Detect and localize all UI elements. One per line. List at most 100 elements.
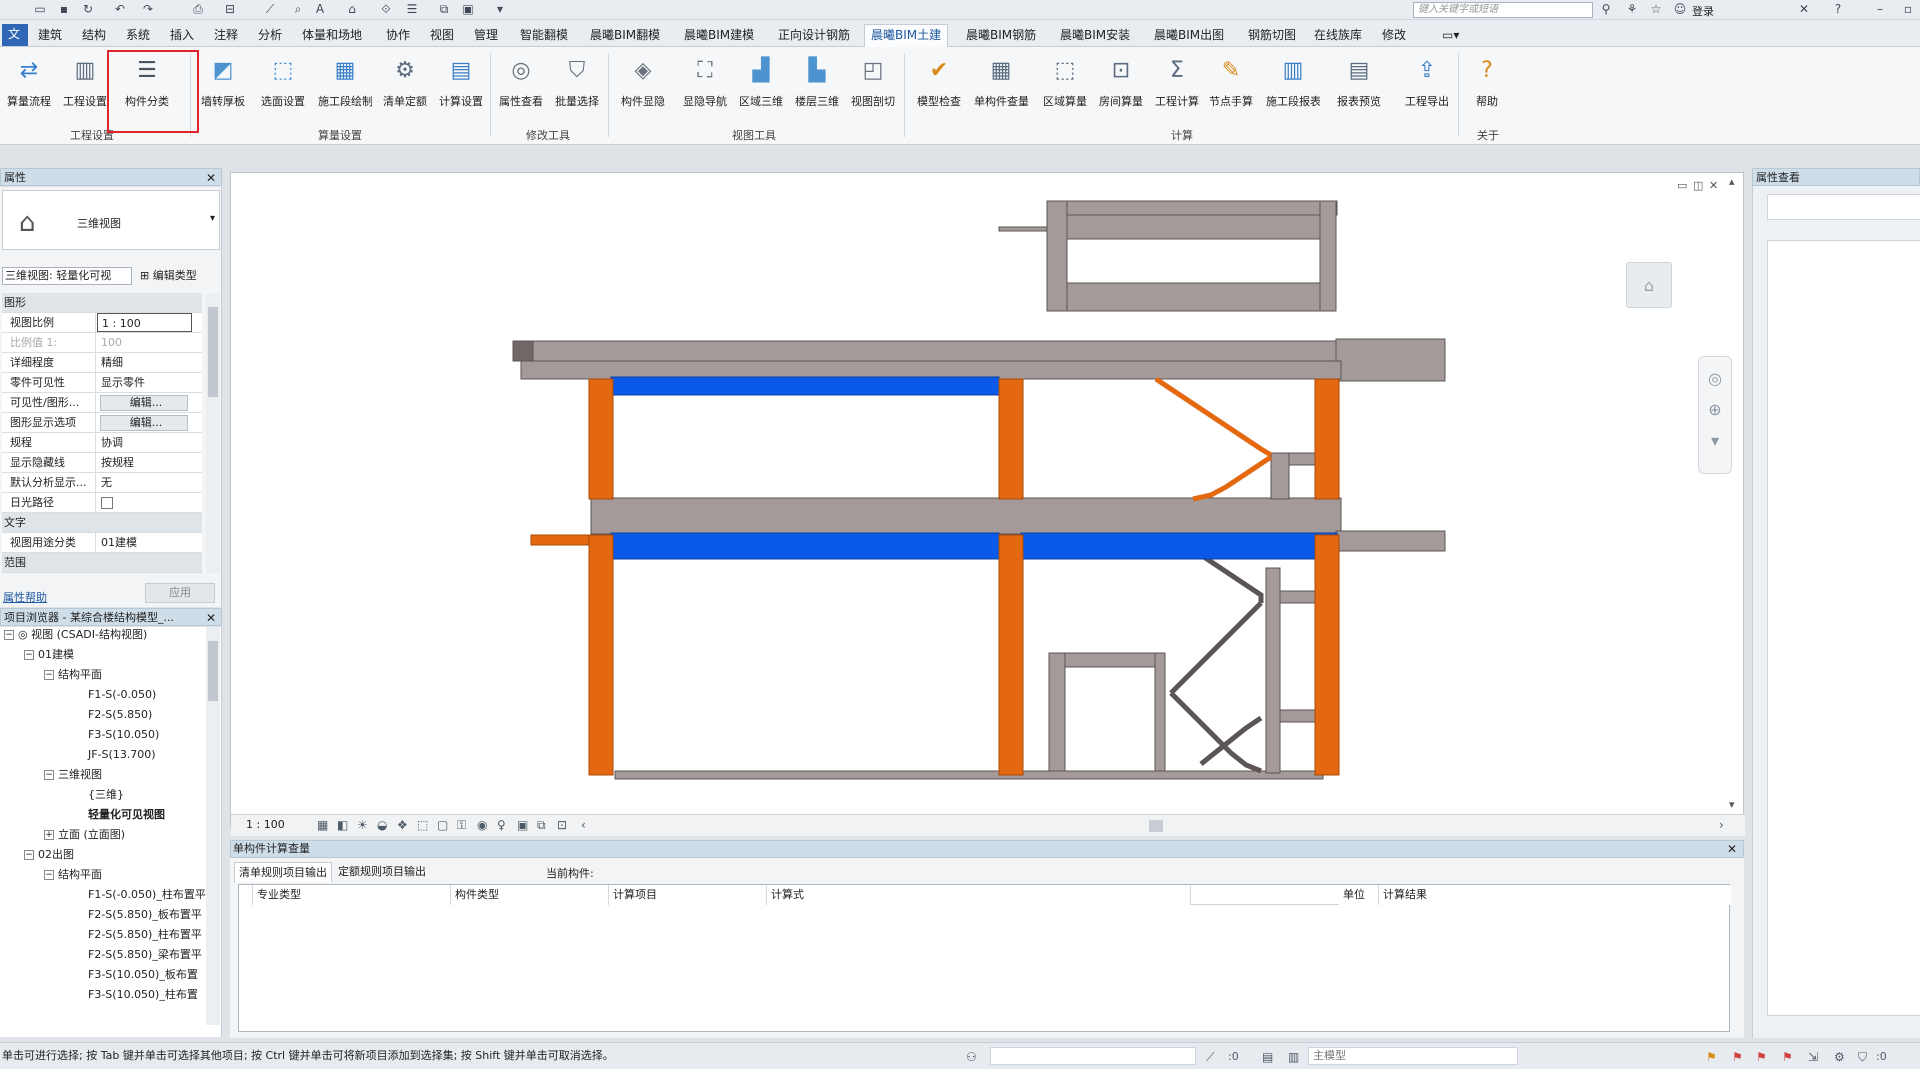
apply-button[interactable]: 应用 xyxy=(145,583,215,603)
sun-path-icon[interactable]: ☀ xyxy=(357,818,368,832)
analytical-model-icon[interactable]: ⊡ xyxy=(557,818,567,832)
tab-bim-install[interactable]: 晨曦BIM安装 xyxy=(1054,25,1136,46)
node-manual-calc-button[interactable]: ✎ 节点手算 xyxy=(1204,53,1258,121)
horizontal-scrollbar-thumb[interactable] xyxy=(1149,820,1163,832)
region-calc-button[interactable]: ⬚ 区域算量 xyxy=(1038,53,1092,121)
tree-node[interactable]: F3-S(10.050)_柱布置 xyxy=(88,985,198,1005)
tab-bim-convert[interactable]: 晨曦BIM翻模 xyxy=(584,25,666,46)
batch-select-button[interactable]: ⛉ 批量选择 xyxy=(550,53,604,121)
drawing-viewport[interactable]: ▭ ◫ ✕ ▴ ▾ ⌂ ◎ ⊕ ▾ 1: 100 ▦ ◧ ☀ ◒ ❖ ⬚ ▢ … xyxy=(230,172,1745,836)
scroll-left-icon[interactable]: ‹ xyxy=(581,818,586,832)
display-options-edit-button[interactable]: 编辑... xyxy=(100,415,188,431)
col-header[interactable]: 专业类型 xyxy=(253,885,451,905)
view-cube[interactable]: ⌂ xyxy=(1626,262,1672,308)
tree-node[interactable]: + 立面 (立面图) xyxy=(44,825,125,845)
exchange-icon[interactable]: ✕ xyxy=(1796,2,1812,17)
tab-rebar-cut[interactable]: 钢筋切图 xyxy=(1242,25,1302,46)
view-scale-input[interactable]: 1 : 100 xyxy=(97,313,192,332)
nav-options-icon[interactable]: ▾ xyxy=(1699,431,1731,450)
tab-analyze[interactable]: 分析 xyxy=(252,25,288,46)
browser-scrollbar[interactable] xyxy=(206,627,220,1025)
panel-toggle-tab[interactable]: ▭▾ xyxy=(1436,25,1465,46)
worksharing-icon[interactable]: ⧉ xyxy=(537,818,546,833)
model-check-button[interactable]: ✔ 模型检查 xyxy=(912,53,966,121)
report-preview-button[interactable]: ▤ 报表预览 xyxy=(1332,53,1386,121)
close-hidden-icon[interactable]: ⧉ xyxy=(436,2,452,17)
design-options-icon[interactable]: ▤ xyxy=(1262,1044,1273,1069)
tab-quota-rules[interactable]: 定额规则项目输出 xyxy=(334,862,430,882)
lock-view-icon[interactable]: ⚿ xyxy=(457,818,466,833)
design-option-select[interactable]: 主模型 xyxy=(1308,1047,1518,1065)
col-header[interactable]: 构件类型 xyxy=(451,885,609,905)
tree-node[interactable]: −01建模 xyxy=(24,645,74,665)
undo-icon[interactable]: ↶ xyxy=(112,2,128,17)
collapse-icon[interactable]: − xyxy=(44,670,54,680)
filter-icon[interactable]: ⛉ xyxy=(1858,1044,1867,1069)
hide-isolate-icon[interactable]: ◉ xyxy=(477,818,487,832)
floor-3d-button[interactable]: ▙ 楼层三维 xyxy=(790,53,844,121)
save-icon[interactable]: ▪ xyxy=(56,2,72,17)
view-scale[interactable]: 1 : 100 xyxy=(246,818,285,831)
3d-view-icon[interactable]: ⌂ xyxy=(344,2,360,17)
view-section-button[interactable]: ◰ 视图剖切 xyxy=(846,53,900,121)
section-text[interactable]: 文字 xyxy=(2,513,202,533)
collapse-icon[interactable]: − xyxy=(44,770,54,780)
dimension-icon[interactable]: ⟋ xyxy=(262,2,278,17)
tab-bim-civil[interactable]: 晨曦BIM土建 xyxy=(864,24,949,47)
login-link[interactable]: 登录 xyxy=(1692,3,1714,19)
close-icon[interactable]: ✕ xyxy=(1727,841,1737,857)
tree-node[interactable]: F2-S(5.850)_板布置平 xyxy=(88,905,202,925)
construction-stage-button[interactable]: ▦ 施工段绘制 xyxy=(318,53,372,121)
wall-to-slab-button[interactable]: ◩ 墙转厚板 xyxy=(196,53,250,121)
worksets-icon[interactable]: ⚇ xyxy=(966,1044,977,1069)
properties-scrollbar[interactable] xyxy=(206,293,220,573)
file-menu-tab[interactable]: 文 xyxy=(2,24,28,46)
collapse-icon[interactable]: − xyxy=(24,850,34,860)
collapse-icon[interactable]: − xyxy=(44,870,54,880)
shadows-icon[interactable]: ◒ xyxy=(377,818,387,832)
binoculars-icon[interactable]: ⚲ xyxy=(1598,2,1614,17)
select-underlay-icon[interactable]: ⚑ xyxy=(1732,1044,1743,1069)
tree-node[interactable]: F1-S(-0.050) xyxy=(88,685,156,705)
subscription-icon[interactable]: ⚘ xyxy=(1624,2,1640,17)
expand-icon[interactable]: + xyxy=(44,830,54,840)
temp-properties-icon[interactable]: ▣ xyxy=(517,818,528,832)
instance-selector[interactable]: 三维视图: 轻量化可视 xyxy=(2,267,132,285)
sun-path-checkbox[interactable] xyxy=(101,497,113,509)
switch-windows-icon[interactable]: ▣ xyxy=(460,2,476,17)
collapse-icon[interactable]: − xyxy=(4,630,14,640)
tree-node-active[interactable]: 轻量化可见视图 xyxy=(88,805,165,825)
tree-node[interactable]: F2-S(5.850) xyxy=(88,705,152,725)
reveal-hidden-icon[interactable]: ♀ xyxy=(497,818,506,832)
face-settings-button[interactable]: ⬚ 选面设置 xyxy=(256,53,310,121)
visibility-edit-button[interactable]: 编辑... xyxy=(100,395,188,411)
minimize-icon[interactable]: – xyxy=(1872,2,1888,17)
user-icon[interactable]: ☺ xyxy=(1672,2,1688,17)
tree-node[interactable]: F2-S(5.850)_柱布置平 xyxy=(88,925,202,945)
tab-modify[interactable]: 修改 xyxy=(1376,25,1412,46)
redo-icon[interactable]: ↷ xyxy=(140,2,156,17)
section-range[interactable]: 范围 xyxy=(2,553,202,573)
zoom-icon[interactable]: ⊕ xyxy=(1699,400,1731,419)
sync-icon[interactable]: ↻ xyxy=(80,2,96,17)
type-selector[interactable]: ⌂ 三维视图 ▾ xyxy=(2,190,220,250)
detail-level-icon[interactable]: ▦ xyxy=(317,818,328,832)
calc-settings-button[interactable]: ▤ 计算设置 xyxy=(434,53,488,121)
tab-massing[interactable]: 体量和场地 xyxy=(296,25,368,46)
tab-bill-rules[interactable]: 清单规则项目输出 xyxy=(234,862,332,882)
help-icon[interactable]: ? xyxy=(1830,2,1846,17)
text-icon[interactable]: A xyxy=(312,2,328,17)
customize-qat-icon[interactable]: ▾ xyxy=(492,2,508,17)
property-view-field[interactable] xyxy=(1767,194,1920,220)
measure-icon[interactable]: ⊟ xyxy=(222,2,238,17)
background-process-icon[interactable]: ⚙ xyxy=(1834,1044,1845,1069)
section-graphics[interactable]: 图形 xyxy=(2,293,202,313)
properties-help-link[interactable]: 属性帮助 xyxy=(3,589,47,605)
tree-node[interactable]: − 三维视图 xyxy=(44,765,102,785)
tree-node[interactable]: F3-S(10.050)_板布置 xyxy=(88,965,198,985)
single-component-query-button[interactable]: ▦ 单构件查量 xyxy=(974,53,1028,121)
tab-annotate[interactable]: 注释 xyxy=(208,25,244,46)
select-pinned-icon[interactable]: ⚑ xyxy=(1756,1044,1767,1069)
component-visibility-button[interactable]: ◈ 构件显隐 xyxy=(616,53,670,121)
stage-report-button[interactable]: ▥ 施工段报表 xyxy=(1266,53,1320,121)
